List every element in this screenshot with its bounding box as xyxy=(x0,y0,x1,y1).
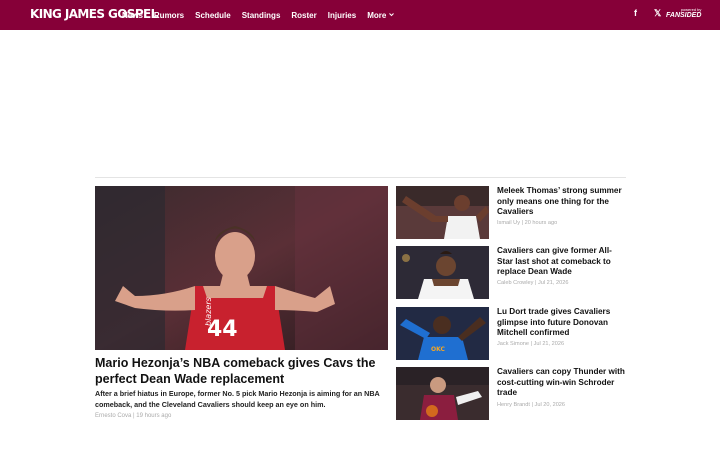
article-thumbnail[interactable] xyxy=(396,367,489,420)
nav-injuries[interactable]: Injuries xyxy=(328,11,356,20)
article-title[interactable]: Lu Dort trade gives Cavaliers glimpse in… xyxy=(497,307,627,339)
feature-photo-illustration: 44 blazers xyxy=(95,186,388,350)
article-author[interactable]: Caleb Crowley xyxy=(497,280,533,286)
article-title[interactable]: Cavaliers can give former All-Star last … xyxy=(497,246,627,278)
fansided-badge[interactable]: powered by FANSIDED xyxy=(666,8,702,20)
thumbnail-illustration xyxy=(396,246,489,299)
nav-schedule[interactable]: Schedule xyxy=(195,11,231,20)
section-divider xyxy=(95,177,626,178)
ad-placeholder xyxy=(0,30,720,176)
list-item[interactable]: Cavaliers can give former All-Star last … xyxy=(396,246,628,299)
list-item[interactable]: Cavaliers can copy Thunder with cost-cut… xyxy=(396,367,628,420)
meta-separator: | xyxy=(534,280,537,286)
article-thumbnail[interactable]: OKC xyxy=(396,307,489,360)
article-time: 20 hours ago xyxy=(524,220,558,226)
article-title[interactable]: Cavaliers can copy Thunder with cost-cut… xyxy=(497,367,627,399)
meta-separator: | xyxy=(531,402,533,408)
list-item[interactable]: OKC Lu Dort trade gives Cavaliers glimps… xyxy=(396,307,628,360)
fansided-logo: FANSIDED xyxy=(666,12,702,19)
x-twitter-icon[interactable]: 𝕏 xyxy=(654,8,661,19)
article-title[interactable]: Meleek Thomas’ strong summer only means … xyxy=(497,186,627,218)
thumbnail-illustration xyxy=(396,186,489,239)
nav-roster[interactable]: Roster xyxy=(291,11,316,20)
nav-more-dropdown[interactable]: More xyxy=(367,10,395,20)
thumbnail-illustration xyxy=(396,367,489,420)
meta-separator: | xyxy=(521,220,524,226)
svg-text:OKC: OKC xyxy=(431,346,445,353)
meta-separator: | xyxy=(530,341,533,347)
article-thumbnail[interactable] xyxy=(396,186,489,239)
article-byline: Ismail Uy | 20 hours ago xyxy=(497,220,557,226)
article-time: Jul 21, 2026 xyxy=(537,280,569,286)
feature-image[interactable]: 44 blazers xyxy=(95,186,388,350)
article-time: Jul 20, 2026 xyxy=(534,402,566,408)
thumbnail-illustration: OKC xyxy=(396,307,489,360)
main-nav: News Rumors Schedule Standings Roster In… xyxy=(122,0,405,30)
article-byline: Henry Brandt | Jul 20, 2026 xyxy=(497,402,565,408)
chevron-down-icon xyxy=(389,12,395,16)
meta-separator: | xyxy=(133,413,135,419)
feature-description: After a brief hiatus in Europe, former N… xyxy=(95,389,380,409)
article-byline: Jack Simone | Jul 21, 2026 xyxy=(497,341,564,347)
article-author[interactable]: Jack Simone xyxy=(497,341,529,347)
nav-rumors[interactable]: Rumors xyxy=(154,11,184,20)
article-thumbnail[interactable] xyxy=(396,246,489,299)
jersey-wordmark: blazers xyxy=(204,297,213,326)
nav-news[interactable]: News xyxy=(122,11,143,20)
article-time: Jul 21, 2026 xyxy=(533,341,565,347)
feature-headline[interactable]: Mario Hezonja’s NBA comeback gives Cavs … xyxy=(95,355,387,387)
feature-time: 19 hours ago xyxy=(136,413,172,419)
article-author[interactable]: Henry Brandt xyxy=(497,402,530,408)
feature-author[interactable]: Ernesto Cova xyxy=(95,413,131,419)
nav-more-label: More xyxy=(367,10,387,20)
top-navigation-bar: KING JAMES GOSPEL News Rumors Schedule S… xyxy=(0,0,720,30)
feature-byline: Ernesto Cova | 19 hours ago xyxy=(95,413,171,419)
article-byline: Caleb Crowley | Jul 21, 2026 xyxy=(497,280,568,286)
article-author[interactable]: Ismail Uy xyxy=(497,220,520,226)
facebook-icon[interactable]: f xyxy=(634,8,637,18)
list-item[interactable]: Meleek Thomas’ strong summer only means … xyxy=(396,186,628,239)
nav-standings[interactable]: Standings xyxy=(242,11,281,20)
